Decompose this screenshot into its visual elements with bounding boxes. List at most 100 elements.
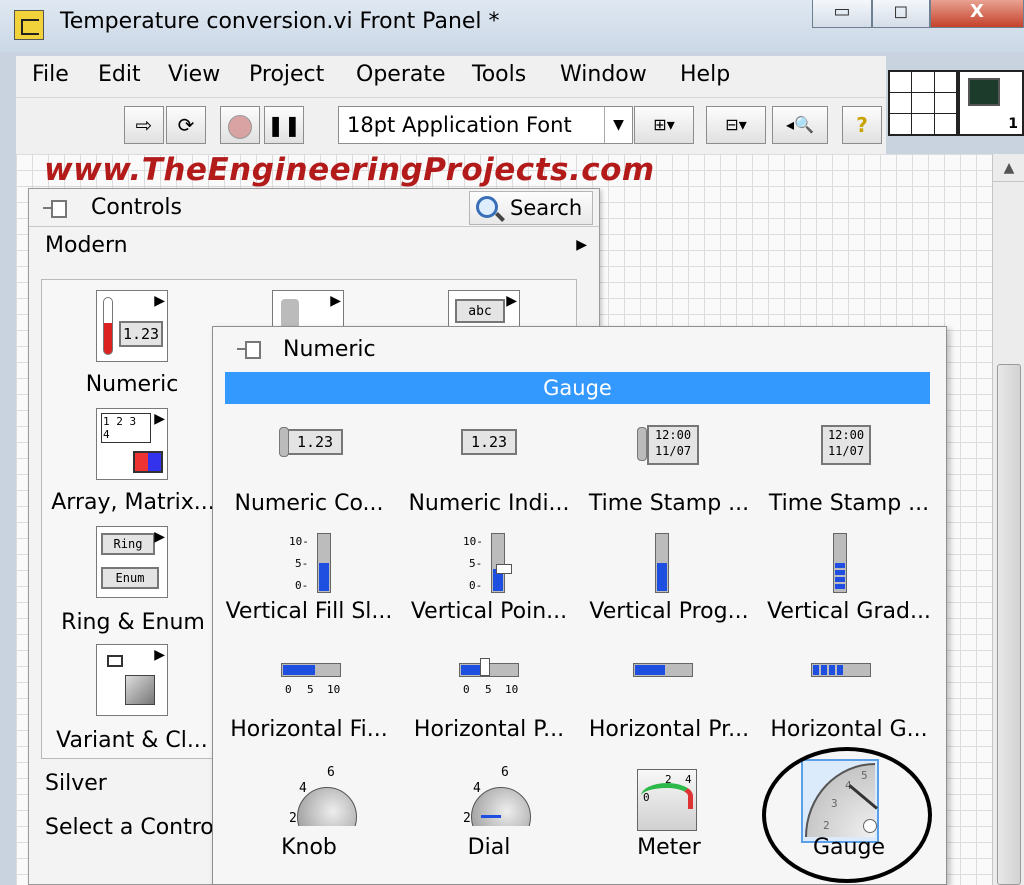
vertical-graduated-bar-icon [833, 533, 847, 593]
numeric-control-item[interactable]: 1.23 Numeric Co... [219, 423, 399, 541]
labview-app-icon [14, 10, 44, 40]
vertical-scrollbar[interactable]: ▲ [992, 154, 1024, 885]
menu-bar: File Edit View Project Operate Tools Win… [16, 56, 886, 98]
vertical-pointer-slide-icon [491, 533, 512, 593]
window-title: Temperature conversion.vi Front Panel * [60, 9, 500, 34]
vertical-progress-bar-item[interactable]: Vertical Prog... [579, 531, 759, 649]
pin-icon[interactable] [235, 339, 261, 359]
palette-search-button[interactable]: Search [469, 191, 593, 225]
horizontal-fill-slide-item[interactable]: 0 5 10 Horizontal Fi... [219, 649, 399, 767]
category-label-array: Array, Matrix... [51, 490, 215, 515]
ring-enum-category-icon[interactable]: Ring Enum ▶ [96, 526, 168, 598]
run-continuously-button[interactable]: ⟳ [166, 106, 206, 144]
section-select-a-control[interactable]: Select a Contro [45, 815, 214, 840]
chevron-right-icon: ▶ [576, 237, 587, 253]
category-label-numeric: Numeric [85, 372, 179, 397]
horizontal-progress-bar-item[interactable]: Horizontal Pr... [579, 649, 759, 767]
vertical-graduated-bar-item[interactable]: Vertical Grad... [759, 531, 939, 649]
variant-class-category-icon[interactable]: ▶ [96, 644, 168, 716]
watermark-text: www.TheEngineeringProjects.com [44, 152, 655, 188]
cluster-icon [133, 451, 163, 473]
horizontal-pointer-slide-icon [459, 658, 519, 677]
menu-view[interactable]: View [168, 62, 220, 87]
horizontal-graduated-bar-icon [811, 663, 871, 677]
resize-objects-button[interactable]: ◂🔍 [772, 106, 828, 144]
numeric-control-icon: 1.23 [287, 429, 343, 455]
array-category-icon[interactable]: 1 2 3 4 ▶ [96, 408, 168, 480]
vertical-fill-slide-item[interactable]: 10- 5- 0- Vertical Fill Sl... [219, 531, 399, 649]
chevron-right-icon: ▶ [154, 411, 165, 427]
chevron-right-icon: ▶ [506, 293, 517, 309]
close-button[interactable]: X [930, 0, 1024, 28]
cube-icon [125, 675, 155, 705]
menu-operate[interactable]: Operate [356, 62, 446, 87]
section-modern[interactable]: Modern [45, 233, 128, 258]
search-icon [476, 196, 498, 218]
array-grid-icon: 1 2 3 4 [101, 413, 151, 443]
numeric-category-icon[interactable]: 1.23 ▶ [96, 290, 168, 362]
controls-palette-title: Controls [91, 195, 182, 220]
font-select-value: 18pt Application Font [347, 113, 572, 137]
connector-pane[interactable] [888, 70, 958, 136]
meter-item[interactable]: 0 2 4 Meter [579, 767, 759, 885]
slider-pointer-icon [480, 658, 490, 676]
pause-button[interactable]: ❚❚ [264, 106, 304, 144]
controls-palette-header: Controls Search [29, 189, 599, 227]
chevron-right-icon: ▶ [154, 529, 165, 545]
align-objects-button[interactable]: ⊞▾ [634, 106, 694, 144]
increment-arrows-icon [637, 427, 647, 461]
increment-arrows-icon [279, 427, 289, 457]
toolbar: ⇨ ⟳ ❚❚ 18pt Application Font ▼ ⊞▾ ⊟▾ ◂🔍 … [16, 98, 886, 154]
ring-icon: Ring [101, 533, 155, 555]
dial-item[interactable]: 2 4 6 Dial [399, 765, 579, 885]
maximize-button[interactable]: ◻ [872, 0, 930, 28]
thermometer-icon [103, 297, 113, 355]
variant-icon [107, 655, 123, 667]
menu-project[interactable]: Project [249, 62, 324, 87]
boolean-category-icon[interactable]: ▶ [272, 290, 344, 329]
vertical-progress-bar-icon [655, 533, 669, 593]
string-icon: abc [455, 299, 505, 323]
menu-file[interactable]: File [32, 62, 69, 87]
item-tooltip-bar: Gauge [225, 372, 930, 404]
vertical-pointer-slide-item[interactable]: 10- 5- 0- Vertical Poin... [399, 531, 579, 649]
section-silver[interactable]: Silver [45, 771, 107, 796]
scroll-up-icon[interactable]: ▲ [993, 154, 1024, 182]
time-stamp-indicator-item[interactable]: 12:00 11/07 Time Stamp ... [759, 423, 939, 541]
string-category-icon[interactable]: abc ▶ [448, 290, 520, 328]
font-select[interactable]: 18pt Application Font ▼ [338, 106, 633, 144]
knob-item[interactable]: 2 4 6 Knob [219, 765, 399, 885]
numeric-palette-header: Numeric [213, 327, 946, 371]
distribute-objects-button[interactable]: ⊟▾ [706, 106, 766, 144]
waveform-icon [968, 78, 1000, 106]
menu-window[interactable]: Window [560, 62, 647, 87]
horizontal-pointer-slide-item[interactable]: 0 5 10 Horizontal P... [399, 649, 579, 767]
numeric-palette-title: Numeric [283, 337, 376, 362]
scroll-thumb[interactable] [997, 364, 1021, 885]
menu-edit[interactable]: Edit [98, 62, 141, 87]
pin-icon[interactable] [41, 198, 67, 218]
run-button[interactable]: ⇨ [124, 106, 164, 144]
horizontal-fill-slide-icon [281, 663, 341, 677]
chevron-right-icon: ▶ [330, 293, 341, 309]
toggle-switch-icon [281, 299, 299, 329]
title-bar: Temperature conversion.vi Front Panel * … [0, 0, 1024, 52]
vi-icon[interactable]: 1 [958, 70, 1024, 136]
abort-button[interactable] [220, 106, 260, 144]
vi-icon-index: 1 [1008, 116, 1018, 132]
time-stamp-indicator-icon: 12:00 11/07 [821, 425, 871, 465]
category-label-variant: Variant & Cl... [56, 728, 208, 753]
minimize-button[interactable]: ▭ [812, 0, 872, 28]
menu-help[interactable]: Help [680, 62, 730, 87]
chevron-down-icon: ▼ [604, 107, 632, 143]
time-stamp-control-icon: 12:00 11/07 [647, 425, 699, 465]
dial-needle-icon [481, 815, 501, 818]
numeric-display-icon: 1.23 [119, 321, 163, 347]
slider-pointer-icon [496, 564, 512, 574]
vertical-fill-slide-icon [317, 533, 331, 593]
time-stamp-control-item[interactable]: 12:00 11/07 Time Stamp ... [579, 423, 759, 541]
context-help-button[interactable]: ? [842, 106, 882, 144]
enum-icon: Enum [101, 567, 159, 589]
menu-tools[interactable]: Tools [472, 62, 526, 87]
numeric-indicator-item[interactable]: 1.23 Numeric Indi... [399, 423, 579, 541]
